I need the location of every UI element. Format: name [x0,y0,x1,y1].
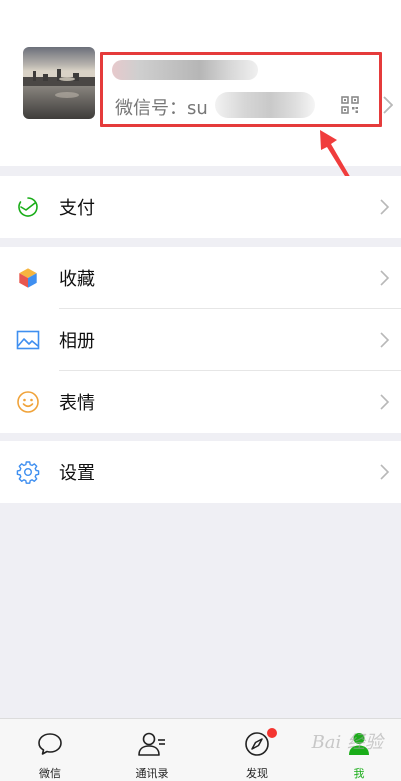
menu-group-pay: 支付 [0,176,401,238]
chevron-right-icon [380,464,390,480]
highlight-annotation-box [100,52,382,127]
tab-contacts[interactable]: 通讯录 [112,719,192,781]
tab-label: 发现 [246,767,268,780]
favorites-cube-icon [18,267,38,289]
chevron-right-icon [380,394,390,410]
menu-item-pay[interactable]: 支付 [0,176,401,238]
chevron-right-icon [380,199,390,215]
tab-label: 通讯录 [135,767,169,780]
menu-item-label: 表情 [59,393,95,414]
menu-group-content: 收藏 相册 表情 [0,247,401,433]
menu-item-label: 收藏 [59,269,95,290]
chevron-right-icon [380,270,390,286]
contacts-icon [138,732,165,756]
tab-label: 我 [353,767,365,780]
menu-item-album[interactable]: 相册 [0,309,401,371]
menu-item-label: 设置 [59,463,95,484]
avatar[interactable] [23,47,95,119]
tab-discover[interactable]: 发现 [217,719,297,781]
tab-label: 微信 [39,767,61,780]
menu-item-stickers[interactable]: 表情 [0,371,401,433]
chevron-right-icon [380,332,390,348]
annotation-arrow-icon [320,130,352,181]
smiley-icon [17,391,39,413]
menu-item-label: 相册 [59,331,95,352]
menu-item-settings[interactable]: 设置 [0,441,401,503]
tab-chats[interactable]: 微信 [10,719,90,781]
gear-icon [16,461,40,484]
chat-bubble-icon [38,733,62,755]
menu-group-settings: 设置 [0,441,401,503]
wallet-icon [18,197,38,217]
notification-dot [267,728,277,738]
menu-item-label: 支付 [59,198,95,219]
photo-album-icon [16,330,40,350]
menu-item-favorites[interactable]: 收藏 [0,247,401,309]
chevron-right-icon [383,96,393,114]
watermark: Bai 经验 [311,732,383,753]
